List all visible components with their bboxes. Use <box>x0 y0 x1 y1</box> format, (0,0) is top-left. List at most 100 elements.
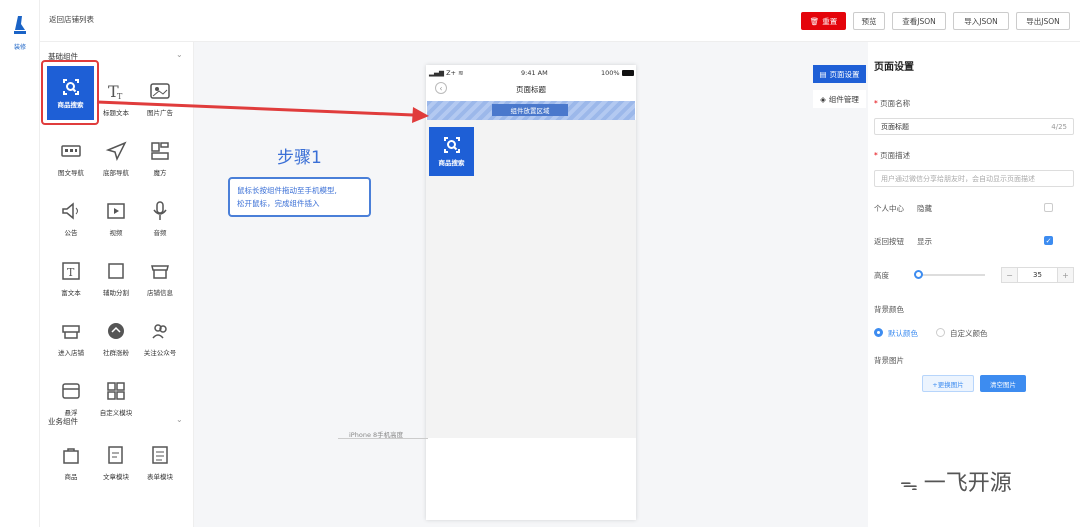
back-button-checkbox[interactable]: ✓ <box>1044 236 1053 245</box>
tab-component-manage[interactable]: ◈ 组件管理 <box>813 90 866 108</box>
view-json-button[interactable]: 查看JSON <box>892 12 946 30</box>
back-arrow-icon[interactable]: ‹ <box>435 82 447 94</box>
chevron-down-icon[interactable]: ⌄ <box>176 50 183 59</box>
form-icon <box>149 444 171 466</box>
preview-button[interactable]: 预览 <box>853 12 885 30</box>
carrier-label: Z+ <box>446 69 456 77</box>
bg-custom-label[interactable]: 自定义颜色 <box>950 328 988 339</box>
back-to-store-list-link[interactable]: 返回店铺列表 <box>49 14 94 25</box>
bg-custom-radio[interactable] <box>936 328 945 337</box>
store-info-icon <box>149 260 171 282</box>
page-name-label: * 页面名称 <box>874 99 911 108</box>
component-enter-store[interactable]: 进入店铺 <box>48 316 94 368</box>
tab-component-manage-label: 组件管理 <box>828 94 859 104</box>
component-label: 店铺信息 <box>147 289 173 297</box>
component-custom-module[interactable]: 自定义模块 <box>93 376 139 428</box>
wifi-icon: ≋ <box>458 69 464 77</box>
component-label: 魔方 <box>153 169 167 177</box>
placed-product-search[interactable]: 商品搜索 <box>429 127 474 176</box>
community-icon <box>105 320 127 342</box>
import-json-button[interactable]: 导入JSON <box>953 12 1009 30</box>
brush-icon[interactable] <box>10 14 30 36</box>
export-json-button[interactable]: 导出JSON <box>1016 12 1070 30</box>
height-label: 高度 <box>874 271 889 280</box>
custom-module-icon <box>105 380 127 402</box>
component-article[interactable]: 文章模块 <box>93 440 139 492</box>
component-form[interactable]: 表单模块 <box>137 440 183 492</box>
page-name-count: 4/25 <box>1051 122 1067 131</box>
component-bottom-nav[interactable]: 底部导航 <box>93 136 139 188</box>
product-search-icon <box>443 137 460 153</box>
component-audio[interactable]: 音频 <box>137 196 183 248</box>
component-label: 文章模块 <box>103 473 129 481</box>
component-label: 自定义模块 <box>99 409 133 417</box>
step-line-2: 松开鼠标，完成组件插入 <box>237 199 320 208</box>
drop-zone-label: 组件放置区域 <box>492 104 568 116</box>
component-label: 视频 <box>109 229 123 237</box>
component-label: 商品 <box>64 473 78 481</box>
height-stepper[interactable]: − 35 + <box>1001 267 1074 283</box>
component-cube[interactable]: 魔方 <box>137 136 183 188</box>
component-label: 关注公众号 <box>143 349 177 357</box>
wechat-icon: ᯓ <box>900 474 918 495</box>
height-slider-handle[interactable] <box>914 270 923 279</box>
business-components-title[interactable]: 业务组件 <box>48 416 78 427</box>
reset-button[interactable]: 🗑 重置 <box>801 12 846 30</box>
follow-account-icon <box>149 320 171 342</box>
component-label: 辅助分割 <box>103 289 129 297</box>
page-name-input[interactable]: 页面标题 4/25 <box>874 118 1074 135</box>
bg-color-label: 背景颜色 <box>874 305 904 314</box>
component-label: 社群涨粉 <box>103 349 129 357</box>
component-label: 富文本 <box>61 289 81 297</box>
component-label: 图文导航 <box>58 169 84 177</box>
component-store-info[interactable]: 店铺信息 <box>137 256 183 308</box>
component-product[interactable]: 商品 <box>48 440 94 492</box>
battery-label: 100% <box>601 69 620 77</box>
page-desc-input[interactable]: 用户通过微信分享给朋友时，会自动显示页面描述 <box>874 170 1074 187</box>
component-label: 进入店铺 <box>58 349 84 357</box>
page-desc-label-text: 页面描述 <box>880 151 911 160</box>
component-community[interactable]: 社群涨粉 <box>93 316 139 368</box>
height-slider-track[interactable] <box>917 274 985 276</box>
component-announcement[interactable]: 公告 <box>48 196 94 248</box>
rail-label[interactable]: 装修 <box>0 42 40 51</box>
bottom-nav-icon <box>105 140 127 162</box>
component-video[interactable]: 视频 <box>93 196 139 248</box>
decrement-button[interactable]: − <box>1002 268 1018 282</box>
step-instructions: 鼠标长按组件拖动至手机模型, 松开鼠标，完成组件插入 <box>228 177 371 217</box>
component-follow-account[interactable]: 关注公众号 <box>137 316 183 368</box>
float-icon <box>60 380 82 402</box>
personal-center-value: 隐藏 <box>917 204 932 213</box>
tab-page-settings[interactable]: ▤ 页面设置 <box>813 65 866 83</box>
height-value[interactable]: 35 <box>1018 268 1057 282</box>
clear-image-button[interactable]: 清空图片 <box>980 375 1026 392</box>
replace-image-button[interactable]: +更换图片 <box>922 375 974 392</box>
enter-store-icon <box>60 320 82 342</box>
trash-icon: 🗑 <box>809 16 820 26</box>
component-image-nav[interactable]: 图文导航 <box>48 136 94 188</box>
status-carrier: ▂▄▆ Z+ ≋ <box>429 69 464 77</box>
cube-icon <box>149 140 171 162</box>
image-nav-icon <box>60 140 82 162</box>
bg-default-radio[interactable] <box>874 328 883 337</box>
tab-page-settings-label: 页面设置 <box>829 69 860 79</box>
announcement-icon <box>60 200 82 222</box>
product-icon <box>60 444 82 466</box>
component-label: 公告 <box>64 229 78 237</box>
increment-button[interactable]: + <box>1057 268 1073 282</box>
chevron-down-icon[interactable]: ⌄ <box>176 415 183 424</box>
bg-default-label[interactable]: 默认颜色 <box>888 328 918 339</box>
bg-image-label: 背景图片 <box>874 356 904 365</box>
component-label: 底部导航 <box>103 169 129 177</box>
step-title: 步骤1 <box>277 148 322 168</box>
personal-center-checkbox[interactable] <box>1044 203 1053 212</box>
back-button-value: 显示 <box>917 237 932 246</box>
settings-title: 页面设置 <box>874 62 914 73</box>
audio-icon <box>149 200 171 222</box>
component-rich-text[interactable]: T 富文本 <box>48 256 94 308</box>
svg-text:T: T <box>67 266 75 279</box>
status-battery: 100% <box>601 69 634 77</box>
component-divider[interactable]: 辅助分割 <box>93 256 139 308</box>
status-time: 9:41 AM <box>521 69 548 77</box>
phone-page-title: 页面标题 <box>516 85 546 94</box>
